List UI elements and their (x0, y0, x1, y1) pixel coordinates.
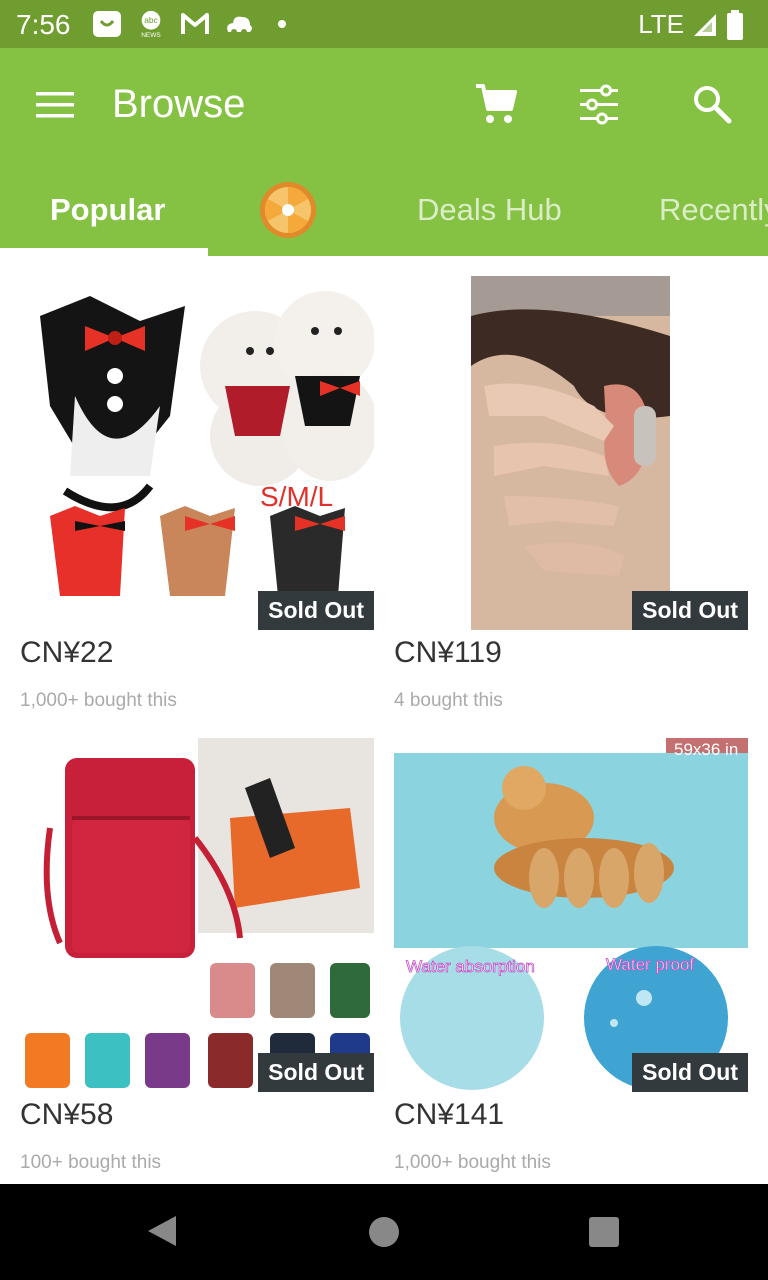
svg-text:abc: abc (144, 15, 158, 25)
bought-count: 1,000+ bought this (20, 690, 177, 711)
gmail-icon (181, 13, 209, 34)
search-icon[interactable] (690, 82, 734, 126)
product-image[interactable]: 59x36 in Water absorption Water proof So… (394, 738, 748, 1092)
active-tab-indicator (0, 248, 208, 256)
bought-count: 1,000+ bought this (394, 1152, 551, 1173)
network-type: LTE (638, 9, 684, 39)
pet-pad-image: 59x36 in Water absorption Water proof (394, 738, 748, 1092)
product-price: CN¥119 (394, 636, 502, 669)
product-card[interactable]: Sold Out CN¥58 100+ bought this (20, 738, 374, 1178)
product-image[interactable]: Sold Out (394, 276, 748, 630)
product-price: CN¥58 (20, 1098, 114, 1131)
abc-news-icon: abc NEWS (141, 10, 161, 38)
water-proof-label: Water proof (606, 955, 694, 974)
home-icon[interactable] (368, 1216, 400, 1248)
sold-out-badge: Sold Out (258, 1053, 374, 1092)
dot-icon (278, 20, 286, 28)
product-price: CN¥141 (394, 1098, 505, 1131)
app-bar: Browse Popular Deals Hub Recently (0, 48, 768, 256)
back-icon[interactable] (146, 1214, 178, 1248)
dog-harness-image: S/M/L (20, 276, 374, 630)
status-time: 7:56 (16, 9, 71, 40)
messenger-icon (93, 11, 121, 37)
sold-out-badge: Sold Out (258, 591, 374, 630)
hearing-aid-image (394, 276, 748, 630)
cloud-app-icon (227, 16, 252, 35)
tab-popular[interactable]: Popular (50, 192, 165, 228)
water-absorption-label: Water absorption (406, 957, 535, 976)
cart-icon[interactable] (474, 82, 518, 126)
signal-icon (694, 13, 716, 36)
menu-icon[interactable] (36, 90, 76, 120)
bought-count: 100+ bought this (20, 1152, 162, 1173)
sold-out-badge: Sold Out (632, 591, 748, 630)
product-price: CN¥22 (20, 636, 114, 669)
battery-icon (727, 9, 743, 40)
product-card[interactable]: Sold Out CN¥119 4 bought this (394, 276, 748, 716)
svg-text:NEWS: NEWS (141, 32, 161, 38)
product-grid: S/M/L Sold Out CN¥22 1,000+ bought this (0, 256, 768, 1184)
product-image[interactable]: S/M/L Sold Out (20, 276, 374, 630)
status-bar: 7:56 abc NEWS LTE (0, 0, 768, 48)
tab-bar: Popular Deals Hub Recently (0, 180, 768, 256)
size-caption: 59x36 in (674, 740, 738, 759)
product-image[interactable]: Sold Out (20, 738, 374, 1092)
recents-icon[interactable] (588, 1216, 620, 1248)
filter-icon[interactable] (578, 82, 622, 126)
sold-out-badge: Sold Out (632, 1053, 748, 1092)
spin-wheel-icon[interactable] (258, 180, 318, 240)
crossbody-bag-image (20, 738, 374, 1092)
page-title: Browse (112, 82, 246, 126)
product-card[interactable]: 59x36 in Water absorption Water proof So… (394, 738, 748, 1178)
product-card[interactable]: S/M/L Sold Out CN¥22 1,000+ bought this (20, 276, 374, 716)
bought-count: 4 bought this (394, 690, 503, 711)
system-nav-bar (0, 1184, 768, 1280)
tab-recently[interactable]: Recently (659, 192, 768, 228)
tab-deals-hub[interactable]: Deals Hub (417, 192, 562, 228)
